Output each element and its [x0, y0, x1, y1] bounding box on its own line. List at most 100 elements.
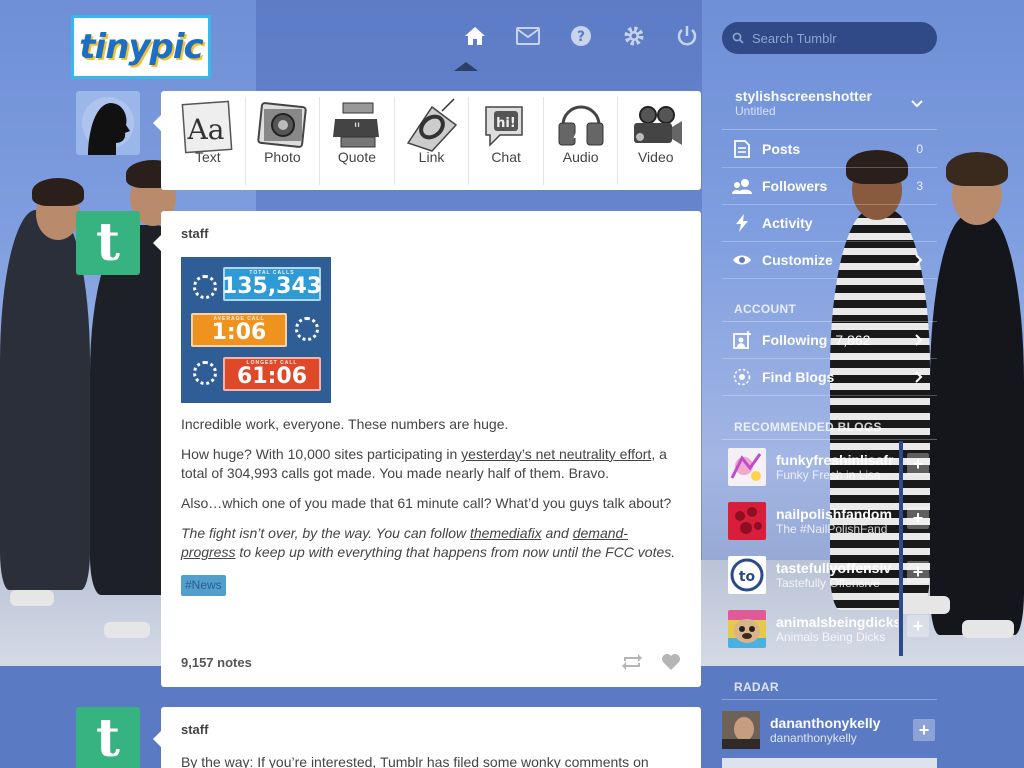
blog-name: tastefullyoffensiv: [776, 560, 892, 576]
sidebar-item-label: Find Blogs: [762, 369, 835, 385]
blog-title: The #NailPolishFand: [776, 522, 888, 536]
divider: [722, 439, 937, 440]
staff-avatar[interactable]: t: [76, 211, 140, 275]
audio-icon: [553, 97, 609, 155]
post-type-chat[interactable]: hi! Chat: [469, 97, 544, 185]
inbox-icon[interactable]: [501, 20, 554, 52]
sidebar-item-customize[interactable]: Customize: [722, 242, 937, 279]
blog-avatar: [722, 711, 760, 749]
recommended-blog[interactable]: nailpolishfandom The #NailPolishFand +: [722, 495, 937, 547]
average-call-stat: AVERAGE CALL 1:06: [191, 313, 287, 347]
themediafix-link[interactable]: themediafix: [470, 525, 542, 541]
post-author[interactable]: staff: [181, 722, 681, 737]
reblog-icon[interactable]: [621, 653, 643, 671]
svg-text:hi!: hi!: [496, 116, 516, 131]
recommended-blog[interactable]: to tastefullyoffensiv Tastefully Offensiv…: [722, 549, 937, 601]
recommended-section-title: RECOMMENDED BLOGS: [734, 420, 882, 434]
post-type-video[interactable]: Video: [618, 97, 693, 185]
post-type-label: Text: [194, 149, 221, 165]
sidebar-item-following[interactable]: Following 7,862: [722, 322, 937, 359]
recommended-scroll-indicator: [899, 441, 903, 656]
logo-text: tinypic: [79, 27, 203, 67]
following-icon: [732, 331, 752, 349]
post-type-label: Chat: [491, 149, 521, 165]
post-type-label: Link: [418, 149, 445, 165]
radar-section-title: RADAR: [734, 680, 779, 694]
blog-name: funkyfreshinlisafr: [776, 452, 894, 468]
post-type-quote[interactable]: " Quote: [320, 97, 395, 185]
post-card: staff TOTAL CALLS 135,343 AVERAGE CALL 1:0…: [153, 211, 701, 687]
blog-name: dananthonykelly: [770, 715, 881, 731]
sidebar-item-posts[interactable]: Posts 0: [722, 131, 937, 168]
post-type-label: Audio: [562, 149, 599, 165]
photo-icon: [254, 97, 310, 155]
video-icon: [628, 97, 684, 155]
post-paragraph: Incredible work, everyone. These numbers…: [181, 416, 509, 432]
recommended-blog[interactable]: funkyfreshinlisafr Funky Fresh in Lisa +: [722, 441, 937, 493]
tinypic-logo[interactable]: tinypic: [71, 15, 211, 79]
help-icon[interactable]: ?: [554, 20, 607, 52]
divider: [722, 699, 937, 700]
chevron-right-icon: [915, 334, 923, 346]
post-type-link[interactable]: Link: [395, 97, 470, 185]
blog-title: dananthonykelly: [770, 731, 857, 745]
logout-icon[interactable]: [660, 20, 713, 52]
nav-active-caret: [454, 62, 478, 71]
follow-plus-button[interactable]: +: [907, 453, 929, 475]
new-post-box: Aa Text Photo " Quote Link hi! Chat Audi…: [153, 91, 701, 190]
radar-blog[interactable]: dananthonykelly dananthonykelly +: [722, 707, 937, 753]
sidebar-item-activity[interactable]: Activity: [722, 205, 937, 242]
search-bar[interactable]: [722, 22, 937, 54]
user-avatar[interactable]: [76, 91, 140, 155]
blog-avatar: [728, 448, 766, 486]
total-calls-stat: TOTAL CALLS 135,343: [222, 267, 322, 301]
loading-spinner-icon: [295, 317, 319, 341]
link-icon: [404, 97, 460, 155]
net-neutrality-link[interactable]: yesterday’s net neutrality effort: [461, 446, 651, 462]
radar-post-image[interactable]: [722, 758, 937, 768]
follow-plus-button[interactable]: +: [913, 719, 935, 741]
staff-avatar[interactable]: t: [76, 707, 140, 768]
post-type-audio[interactable]: Audio: [544, 97, 619, 185]
blog-header[interactable]: stylishscreenshotter Untitled: [722, 88, 937, 130]
svg-text:Aa: Aa: [186, 113, 224, 146]
sidebar-item-find-blogs[interactable]: Find Blogs: [722, 359, 937, 396]
blog-name: stylishscreenshotter: [735, 88, 872, 104]
follow-plus-button[interactable]: +: [907, 615, 929, 637]
posts-count: 0: [916, 142, 923, 156]
post-type-label: Video: [637, 149, 674, 165]
post-type-text[interactable]: Aa Text: [171, 97, 246, 185]
blog-title: Untitled: [735, 104, 776, 118]
chevron-down-icon: [911, 100, 923, 108]
post-tag[interactable]: #News: [181, 575, 226, 596]
recommended-blog[interactable]: animalsbeingdicks Animals Being Dicks +: [722, 603, 937, 655]
follow-plus-button[interactable]: +: [907, 561, 929, 583]
home-icon[interactable]: [448, 20, 501, 52]
post-type-label: Photo: [264, 149, 301, 165]
following-count: 7,862: [835, 332, 871, 348]
longest-call-stat: LONGEST CALL 61:06: [223, 357, 321, 391]
post-type-label: Quote: [337, 149, 377, 165]
blog-title: Tastefully Offensive: [776, 576, 880, 590]
account-section-title: ACCOUNT: [734, 302, 797, 316]
like-icon[interactable]: [661, 653, 681, 671]
post-photo[interactable]: TOTAL CALLS 135,343 AVERAGE CALL 1:06 LONG…: [181, 257, 331, 403]
post-paragraph: The fight isn’t over, by the way. You ca…: [181, 525, 676, 560]
chevron-right-icon: [915, 371, 923, 383]
post-notes[interactable]: 9,157 notes: [181, 655, 252, 670]
svg-text:": ": [353, 119, 360, 138]
post-type-photo[interactable]: Photo: [246, 97, 321, 185]
text-icon: Aa: [180, 97, 236, 155]
svg-text:to: to: [739, 569, 756, 585]
search-input[interactable]: [752, 30, 922, 46]
sidebar-item-followers[interactable]: Followers 3: [722, 168, 937, 205]
loading-spinner-icon: [193, 275, 217, 299]
settings-icon[interactable]: [607, 20, 660, 52]
blog-title: Funky Fresh in Lisa: [776, 468, 881, 482]
follow-plus-button[interactable]: +: [907, 507, 929, 529]
tumblr-t-icon: t: [95, 708, 121, 768]
sidebar-item-label: Following: [762, 332, 828, 348]
loading-spinner-icon: [193, 361, 217, 385]
post-author[interactable]: staff: [181, 226, 681, 241]
top-nav: ?: [448, 20, 713, 52]
